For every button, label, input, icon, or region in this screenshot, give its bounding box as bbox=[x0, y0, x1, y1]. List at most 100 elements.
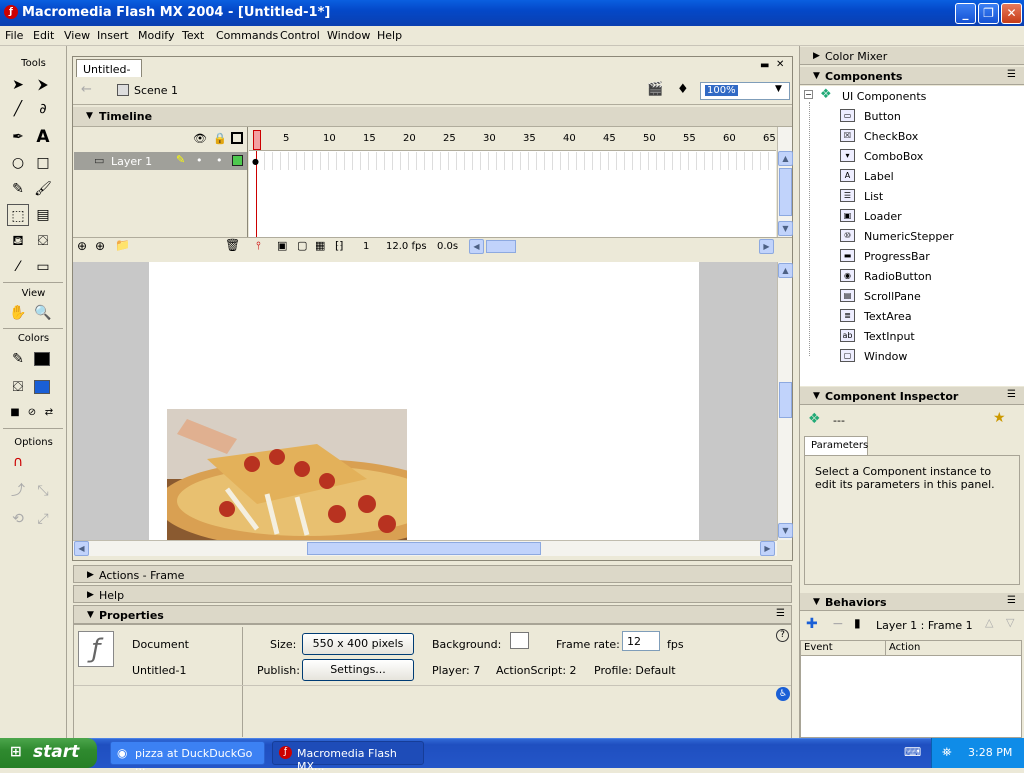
outline-color-swatch[interactable] bbox=[232, 155, 243, 166]
scroll-left-icon[interactable]: ◀ bbox=[469, 239, 484, 254]
pizza-image[interactable] bbox=[167, 409, 407, 540]
eye-icon[interactable]: 👁 bbox=[193, 132, 207, 145]
framerate-input[interactable]: 12 bbox=[622, 631, 660, 651]
behavior-star-icon[interactable]: ★ bbox=[993, 410, 1006, 426]
add-guide-icon[interactable]: ⊕ bbox=[95, 239, 105, 253]
column-action[interactable]: Action bbox=[886, 641, 1021, 656]
pencil-tool-icon[interactable]: ✎ bbox=[7, 178, 29, 200]
component-radiobutton[interactable]: RadioButton bbox=[864, 270, 932, 283]
component-checkbox[interactable]: CheckBox bbox=[864, 130, 918, 143]
panel-options-icon[interactable]: ☰ bbox=[1007, 389, 1016, 400]
help-icon[interactable]: ? bbox=[776, 629, 789, 642]
component-scrollpane[interactable]: ScrollPane bbox=[864, 290, 921, 303]
visible-dot[interactable]: • bbox=[196, 154, 203, 167]
settings-button[interactable]: Settings... bbox=[302, 659, 414, 681]
doc-close-icon[interactable]: ✕ bbox=[776, 59, 784, 70]
component-numericstepper[interactable]: NumericStepper bbox=[864, 230, 954, 243]
keyboard-icon[interactable]: ⌨ bbox=[904, 745, 921, 759]
back-arrow-icon[interactable]: ← bbox=[81, 82, 92, 97]
accessibility-icon[interactable]: ♿ bbox=[776, 687, 790, 701]
free-transform-tool-icon[interactable]: ⬚ bbox=[7, 204, 29, 226]
collapse-icon[interactable]: − bbox=[804, 90, 813, 99]
timeline-vscroll[interactable]: ▲ ▼ bbox=[777, 127, 793, 237]
ui-components-folder[interactable]: UI Components bbox=[842, 90, 926, 103]
eyedropper-tool-icon[interactable]: ⁄ bbox=[7, 256, 29, 278]
frame-cells[interactable] bbox=[249, 152, 776, 170]
scroll-down-icon[interactable]: ▼ bbox=[778, 221, 793, 236]
component-textinput[interactable]: TextInput bbox=[864, 330, 915, 343]
menu-commands[interactable]: Commands bbox=[216, 29, 278, 42]
rectangle-tool-icon[interactable]: □ bbox=[32, 152, 54, 174]
scroll-right-icon[interactable]: ▶ bbox=[760, 541, 775, 556]
scroll-up-icon[interactable]: ▲ bbox=[778, 263, 793, 278]
onion-outlines-icon[interactable]: ▢ bbox=[297, 239, 307, 252]
scroll-thumb[interactable] bbox=[307, 542, 541, 555]
paint-bucket-tool-icon[interactable]: ⛋ bbox=[32, 230, 54, 252]
panel-options-icon[interactable]: ☰ bbox=[776, 608, 785, 619]
component-button[interactable]: Button bbox=[864, 110, 901, 123]
add-layer-icon[interactable]: ⊕ bbox=[77, 239, 87, 253]
stroke-color-swatch[interactable] bbox=[34, 352, 50, 366]
component-combobox[interactable]: ComboBox bbox=[864, 150, 923, 163]
fill-color-swatch[interactable] bbox=[34, 380, 50, 394]
hand-tool-icon[interactable]: ✋ bbox=[7, 302, 29, 324]
background-color-swatch[interactable] bbox=[510, 632, 529, 649]
zoom-tool-icon[interactable]: 🔍 bbox=[32, 302, 54, 324]
scroll-right-icon[interactable]: ▶ bbox=[759, 239, 774, 254]
lasso-tool-icon[interactable]: ∂ bbox=[32, 98, 54, 120]
onion-skin-icon[interactable]: ▣ bbox=[277, 239, 287, 252]
doc-minimize-icon[interactable]: ▬ bbox=[760, 60, 769, 71]
task-flash[interactable]: ƒ Macromedia Flash MX... bbox=[272, 741, 424, 773]
color-mixer-header[interactable]: ▶ Color Mixer bbox=[800, 47, 1024, 65]
edit-scene-icon[interactable]: 🎬 bbox=[647, 82, 663, 97]
component-progressbar[interactable]: ProgressBar bbox=[864, 250, 930, 263]
behaviors-header[interactable]: ▼ Behaviors ☰ bbox=[800, 593, 1024, 611]
panel-options-icon[interactable]: ☰ bbox=[1007, 595, 1016, 606]
menu-file[interactable]: File bbox=[5, 29, 23, 42]
panel-options-icon[interactable]: ☰ bbox=[1007, 69, 1016, 80]
layer-row[interactable]: ▭ Layer 1 ✎ • • bbox=[74, 152, 247, 170]
help-panel-header[interactable]: ▶ Help bbox=[73, 585, 792, 603]
component-list[interactable]: List bbox=[864, 190, 883, 203]
eraser-tool-icon[interactable]: ▭ bbox=[32, 256, 54, 278]
scroll-left-icon[interactable]: ◀ bbox=[74, 541, 89, 556]
oval-tool-icon[interactable]: ○ bbox=[7, 152, 29, 174]
restore-button[interactable]: ❐ bbox=[978, 3, 999, 24]
chevron-down-icon[interactable]: ▼ bbox=[775, 84, 782, 94]
menu-help[interactable]: Help bbox=[377, 29, 402, 42]
add-folder-icon[interactable]: 📁 bbox=[115, 238, 130, 252]
stage-vscroll[interactable]: ▲ ▼ bbox=[777, 262, 793, 540]
scroll-up-icon[interactable]: ▲ bbox=[778, 151, 793, 166]
scroll-thumb[interactable] bbox=[779, 382, 792, 418]
line-tool-icon[interactable]: ╱ bbox=[7, 98, 29, 120]
brush-tool-icon[interactable]: 🖌 bbox=[32, 178, 54, 200]
lock-dot[interactable]: • bbox=[216, 154, 223, 167]
subselection-tool-icon[interactable]: ⮞ bbox=[32, 74, 54, 96]
profile[interactable]: Profile: Default bbox=[594, 664, 676, 677]
scroll-down-icon[interactable]: ▼ bbox=[778, 523, 793, 538]
text-tool-icon[interactable]: A bbox=[32, 126, 54, 148]
add-behavior-icon[interactable]: ✚ bbox=[806, 616, 818, 632]
edit-symbols-icon[interactable]: ♦ bbox=[677, 82, 689, 97]
minimize-button[interactable]: _ bbox=[955, 3, 976, 24]
trash-icon[interactable]: 🗑 bbox=[225, 238, 240, 252]
menu-modify[interactable]: Modify bbox=[138, 29, 174, 42]
actions-panel-header[interactable]: ▶ Actions - Frame bbox=[73, 565, 792, 583]
document-tab[interactable]: Untitled-1* bbox=[76, 59, 142, 89]
close-button[interactable]: ✕ bbox=[1001, 3, 1022, 24]
tab-parameters[interactable]: Parameters bbox=[804, 436, 868, 455]
components-header[interactable]: ▼ Components ☰ bbox=[800, 67, 1024, 85]
column-event[interactable]: Event bbox=[801, 641, 886, 656]
onion-markers-icon[interactable]: ⁅⁆ bbox=[335, 239, 344, 252]
task-browser[interactable]: ◉ pizza at DuckDuckGo ... bbox=[110, 741, 265, 773]
menu-window[interactable]: Window bbox=[327, 29, 370, 42]
properties-panel-header[interactable]: ▼ Properties ☰ bbox=[73, 605, 792, 624]
start-button[interactable]: ⊞ start bbox=[0, 738, 97, 768]
component-textarea[interactable]: TextArea bbox=[864, 310, 912, 323]
menu-edit[interactable]: Edit bbox=[33, 29, 54, 42]
snap-magnet-icon[interactable]: ∩ bbox=[7, 451, 29, 473]
menu-text[interactable]: Text bbox=[182, 29, 204, 42]
fill-transform-tool-icon[interactable]: ▤ bbox=[32, 204, 54, 226]
stage-hscroll[interactable]: ◀ ▶ bbox=[73, 540, 777, 556]
component-inspector-header[interactable]: ▼ Component Inspector ☰ bbox=[800, 387, 1024, 405]
